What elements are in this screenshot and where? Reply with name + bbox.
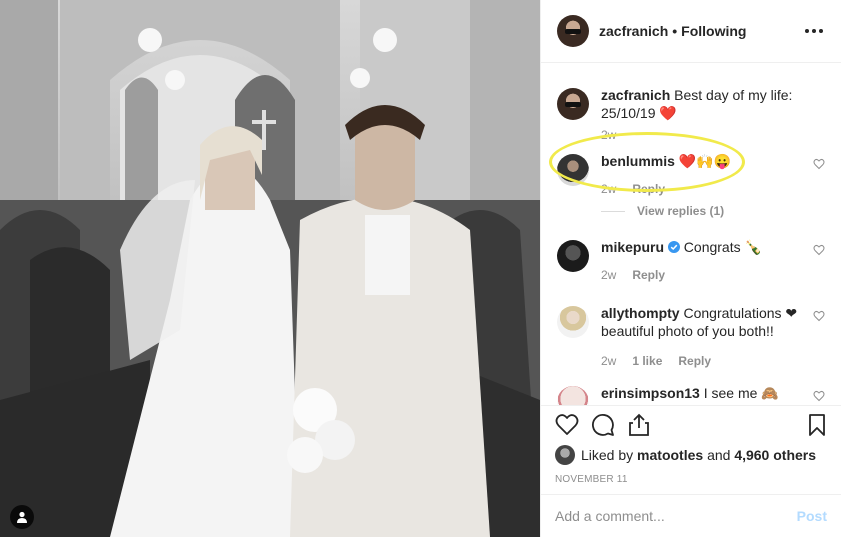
post-side-panel: zacfranich • Following zacfranich Best d… [540,0,841,537]
tagged-users-button[interactable] [10,505,34,529]
avatar[interactable] [557,240,589,272]
avatar[interactable] [557,306,589,338]
caption-username[interactable]: zacfranich [601,87,670,103]
likes-others-link[interactable]: 4,960 others [734,447,816,463]
post-date[interactable]: NOVEMBER 11 [555,474,829,485]
comment-username[interactable]: allythompty [601,305,680,321]
verified-badge-icon [667,241,680,253]
comment-item: mikepuru Congrats 🍾 2w Reply [557,238,825,284]
comment-likes-count[interactable]: 1 like [632,352,662,370]
replies-divider [601,210,625,212]
caption: zacfranich Best day of my life: 25/10/19… [557,86,825,144]
comment-username[interactable]: erinsimpson13 [601,385,700,401]
heart-icon[interactable] [555,413,579,437]
comment-username[interactable]: mikepuru [601,239,664,255]
comments-list[interactable]: zacfranich Best day of my life: 25/10/19… [541,64,841,405]
comment-text: I see me 🙈 [703,385,779,401]
add-comment-bar: Post [541,494,841,537]
post-comment-button[interactable]: Post [797,508,827,524]
comment-like-heart-icon[interactable] [813,158,825,170]
comment-text: ❤️🙌😛 [678,153,732,169]
reply-button[interactable]: Reply [632,180,665,198]
bookmark-icon[interactable] [805,413,829,437]
likes-summary: Liked by matootles and 4,960 others [555,444,829,466]
avatar[interactable] [555,445,575,465]
user-icon [17,511,27,523]
action-icons-row [555,406,829,442]
comment-like-heart-icon[interactable] [813,390,825,402]
comment-text: Congrats 🍾 [683,239,762,255]
view-replies-button[interactable]: View replies (1) [601,204,724,218]
reply-button[interactable]: Reply [632,266,665,284]
liker-username[interactable]: matootles [637,447,703,463]
comment-like-heart-icon[interactable] [813,244,825,256]
comment-item: erinsimpson13 I see me 🙈 [557,384,825,405]
comment-like-heart-icon[interactable] [813,310,825,322]
avatar[interactable] [557,88,589,120]
wedding-photo-image [0,0,540,537]
comment-time[interactable]: 2w [601,266,616,284]
post-photo[interactable] [0,0,540,537]
comment-username[interactable]: benlummis [601,153,675,169]
likes-prefix: Liked by [581,447,634,463]
more-options-icon[interactable] [801,25,827,37]
view-replies-label: View replies (1) [637,204,725,218]
comment-item: allythompty Congratulations ❤ beautiful … [557,304,825,370]
comment-time[interactable]: 2w [601,180,616,198]
comment-input[interactable] [555,508,797,524]
likes-text: Liked by matootles and 4,960 others [581,447,816,463]
share-icon[interactable] [627,413,651,437]
comment-item: benlummis ❤️🙌😛 2w Reply [557,152,825,198]
post-header: zacfranich • Following [541,0,841,63]
avatar[interactable] [557,386,589,405]
caption-time[interactable]: 2w [601,126,616,144]
likes-conjunction: and [707,447,731,463]
avatar[interactable] [557,15,589,47]
reply-button[interactable]: Reply [678,352,711,370]
author-username[interactable]: zacfranich [599,23,668,39]
comment-time[interactable]: 2w [601,352,616,370]
comment-icon[interactable] [591,413,615,437]
avatar[interactable] [557,154,589,186]
post-actions: Liked by matootles and 4,960 others NOVE… [541,405,841,485]
header-separator: • [672,23,678,39]
following-button[interactable]: Following [681,23,746,39]
